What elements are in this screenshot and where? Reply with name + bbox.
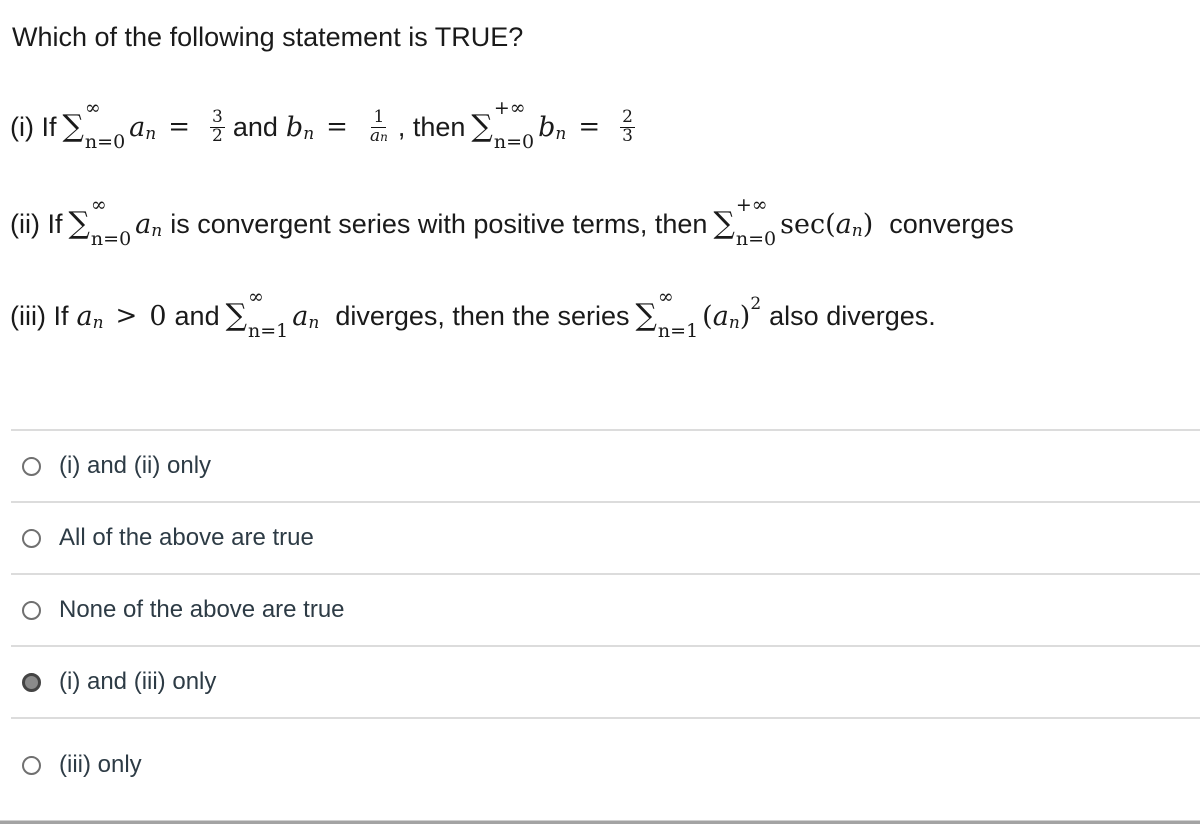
subscript: n [303,124,315,144]
question-title: Which of the following statement is TRUE… [12,22,524,52]
answer-option[interactable]: None of the above are true [11,573,1200,645]
sigma-symbol: ∑ [713,206,735,241]
paren: ) [862,208,874,240]
denominator: 3 [622,125,633,146]
sigma-symbol: ∑ [68,206,90,241]
paren: ) [739,300,751,332]
subscript: n [555,124,567,144]
text: , then [397,111,466,142]
subscript: n [728,313,740,333]
summation: ∑ ∞ n=0 [62,99,126,152]
text: and [232,111,278,142]
answer-option[interactable]: (i) and (ii) only [11,429,1200,501]
option-label[interactable]: (iii) only [59,751,142,779]
statement-iii: (iii) If an > 0 and ∑ ∞ n=1 an diverges, … [10,288,936,341]
answer-option[interactable]: (iii) only [11,717,1200,811]
zero: 0 [149,300,167,332]
sigma-symbol: ∑ [471,109,493,144]
summation: ∑ ∞ n=0 [68,196,131,249]
sum-upper-limit: ∞ [84,97,101,119]
sum-lower-limit: n=1 [248,320,289,342]
exponent: 2 [750,294,762,314]
subscript: n [851,221,863,241]
term: b [538,111,556,143]
bottom-divider [0,820,1200,824]
term: a [835,208,852,240]
statement-ii: (ii) If ∑ ∞ n=0 an is convergent series w… [10,196,1014,249]
text: converges [889,208,1014,239]
numerator: 2 [620,106,635,128]
fraction: 32 [210,106,225,146]
option-label[interactable]: (i) and (iii) only [59,668,216,696]
sum-lower-limit: n=0 [735,228,777,250]
statement-label: (i) If [10,111,57,142]
sum-lower-limit: n=0 [493,131,535,153]
numerator: 3 [210,106,225,128]
radio-button-icon[interactable] [22,755,41,775]
subscript: n [308,313,320,333]
greater-than: > [115,301,138,331]
sum-upper-limit: +∞ [735,194,768,216]
radio-button-icon[interactable] [22,600,41,620]
text: and [174,300,220,331]
option-label[interactable]: All of the above are true [59,524,314,552]
sigma-symbol: ∑ [62,109,84,144]
statement-i: (i) If ∑ ∞ n=0 an = 32 and bn = 1 an , the… [10,99,643,152]
radio-button-icon[interactable] [22,528,41,548]
summation: ∑ +∞ n=0 [713,196,776,249]
equals-sign: = [168,112,191,142]
equals-sign: = [326,112,348,142]
sum-upper-limit: ∞ [657,286,674,308]
summation: ∑ ∞ n=1 [635,288,699,341]
answer-options: (i) and (ii) only All of the above are t… [11,429,1200,811]
text: is convergent series with positive terms… [170,208,708,239]
sum-upper-limit: +∞ [493,97,526,119]
text: diverges, then the series [335,300,630,331]
subscript: n [145,124,157,144]
option-label[interactable]: (i) and (ii) only [59,452,211,480]
term: a [129,111,146,143]
option-label[interactable]: None of the above are true [59,596,345,624]
sec-function: sec( [780,208,836,240]
den-subscript: n [380,129,388,144]
term: a [292,300,309,332]
sigma-symbol: ∑ [225,298,248,333]
subscript: n [92,313,104,333]
term: b [285,111,304,143]
fraction: 1 an [368,108,390,146]
sum-upper-limit: ∞ [248,286,264,308]
radio-button-icon[interactable] [22,456,41,476]
term: a [712,300,729,332]
summation: ∑ +∞ n=0 [471,99,534,152]
den-term: a [369,125,381,146]
denominator: 2 [212,125,223,146]
equals-sign: = [578,112,601,142]
answer-option[interactable]: All of the above are true [11,501,1200,573]
statement-label: (ii) If [10,208,63,239]
sum-lower-limit: n=0 [90,228,132,250]
statement-label: (iii) If [10,300,69,331]
term: a [76,300,93,332]
radio-button-selected-icon[interactable] [22,672,41,692]
subscript: n [151,221,163,241]
sum-lower-limit: n=0 [84,131,126,153]
sum-upper-limit: ∞ [90,194,107,216]
summation: ∑ ∞ n=1 [225,288,289,341]
text: also diverges. [769,300,936,331]
paren: ( [702,300,713,332]
sum-lower-limit: n=1 [657,320,699,342]
fraction: 23 [620,106,635,146]
answer-option[interactable]: (i) and (iii) only [11,645,1200,717]
denominator: an [368,125,390,146]
sigma-symbol: ∑ [635,298,657,333]
term: a [135,208,152,240]
